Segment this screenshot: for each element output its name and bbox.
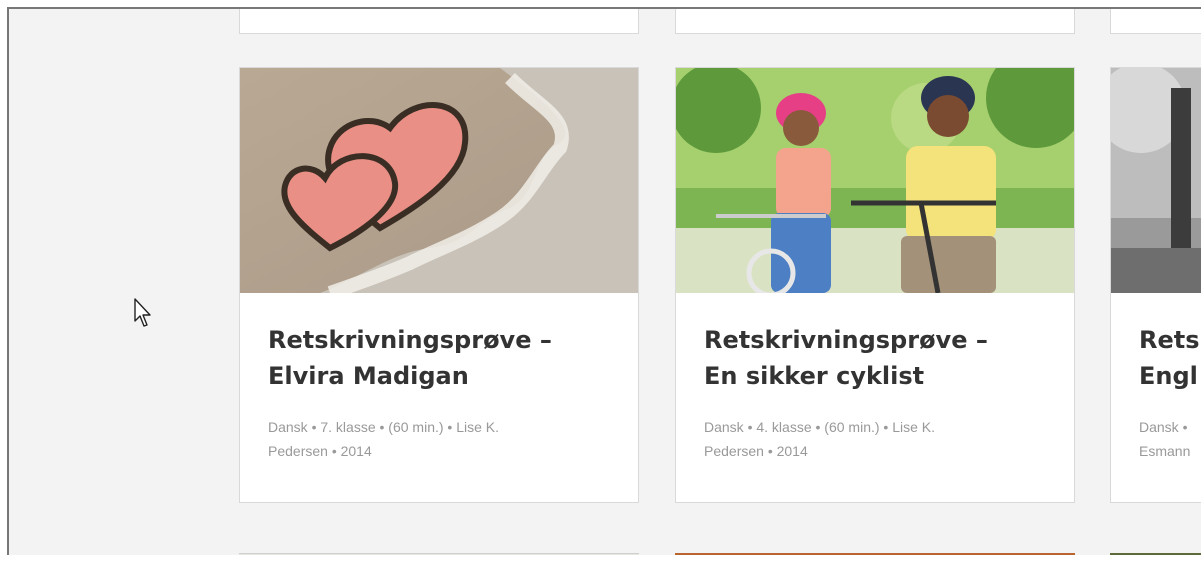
card-top-partial-2[interactable] [675,9,1075,34]
card-bottom-partial-3[interactable] [1110,553,1201,555]
card-top-partial-3[interactable] [1110,9,1201,34]
card-meta-line-2: Pedersen • 2014 [268,443,372,459]
card-meta-line-2: Pedersen • 2014 [704,443,808,459]
card-image-kids-on-bikes[interactable] [676,68,1074,293]
card-meta-line-1: Dansk • 7. klasse • (60 min.) • Lise K. [268,419,500,435]
card-title-line-2[interactable]: En sikker cyklist [704,362,924,390]
card-bottom-partial-2[interactable] [675,553,1075,555]
card-bottom-partial-1[interactable] [239,553,639,555]
card-meta: Dansk • Esmann [1139,415,1201,463]
card-meta-line-1: Dansk • [1139,419,1188,435]
card-meta: Dansk • 4. klasse • (60 min.) • Lise K. … [704,415,1034,463]
card-image-bw-trees[interactable] [1111,68,1201,293]
card-title[interactable]: Rets Engl [1139,322,1201,394]
card-top-partial-1[interactable] [239,9,639,34]
card-image-sand-hearts[interactable] [240,68,638,293]
card-title[interactable]: Retskrivningsprøve – En sikker cyklist [704,322,1064,394]
card-title-line-1[interactable]: Rets [1139,326,1200,354]
card-meta-line-1: Dansk • 4. klasse • (60 min.) • Lise K. [704,419,936,435]
card-elvira-madigan[interactable]: Retskrivningsprøve – Elvira Madigan Dans… [239,67,639,503]
card-title-line-1[interactable]: Retskrivningsprøve – [268,326,552,354]
card-title-line-2[interactable]: Engl [1139,362,1198,390]
card-meta-line-2: Esmann [1139,443,1191,459]
card-title-line-1[interactable]: Retskrivningsprøve – [704,326,988,354]
card-meta: Dansk • 7. klasse • (60 min.) • Lise K. … [268,415,598,463]
card-en-sikker-cyklist[interactable]: Retskrivningsprøve – En sikker cyklist D… [675,67,1075,503]
card-title-line-2[interactable]: Elvira Madigan [268,362,469,390]
card-partial-english[interactable]: Rets Engl Dansk • Esmann [1110,67,1201,503]
browser-viewport: Retskrivningsprøve – Elvira Madigan Dans… [7,7,1201,555]
mouse-pointer-icon [134,298,151,327]
card-title[interactable]: Retskrivningsprøve – Elvira Madigan [268,322,628,394]
